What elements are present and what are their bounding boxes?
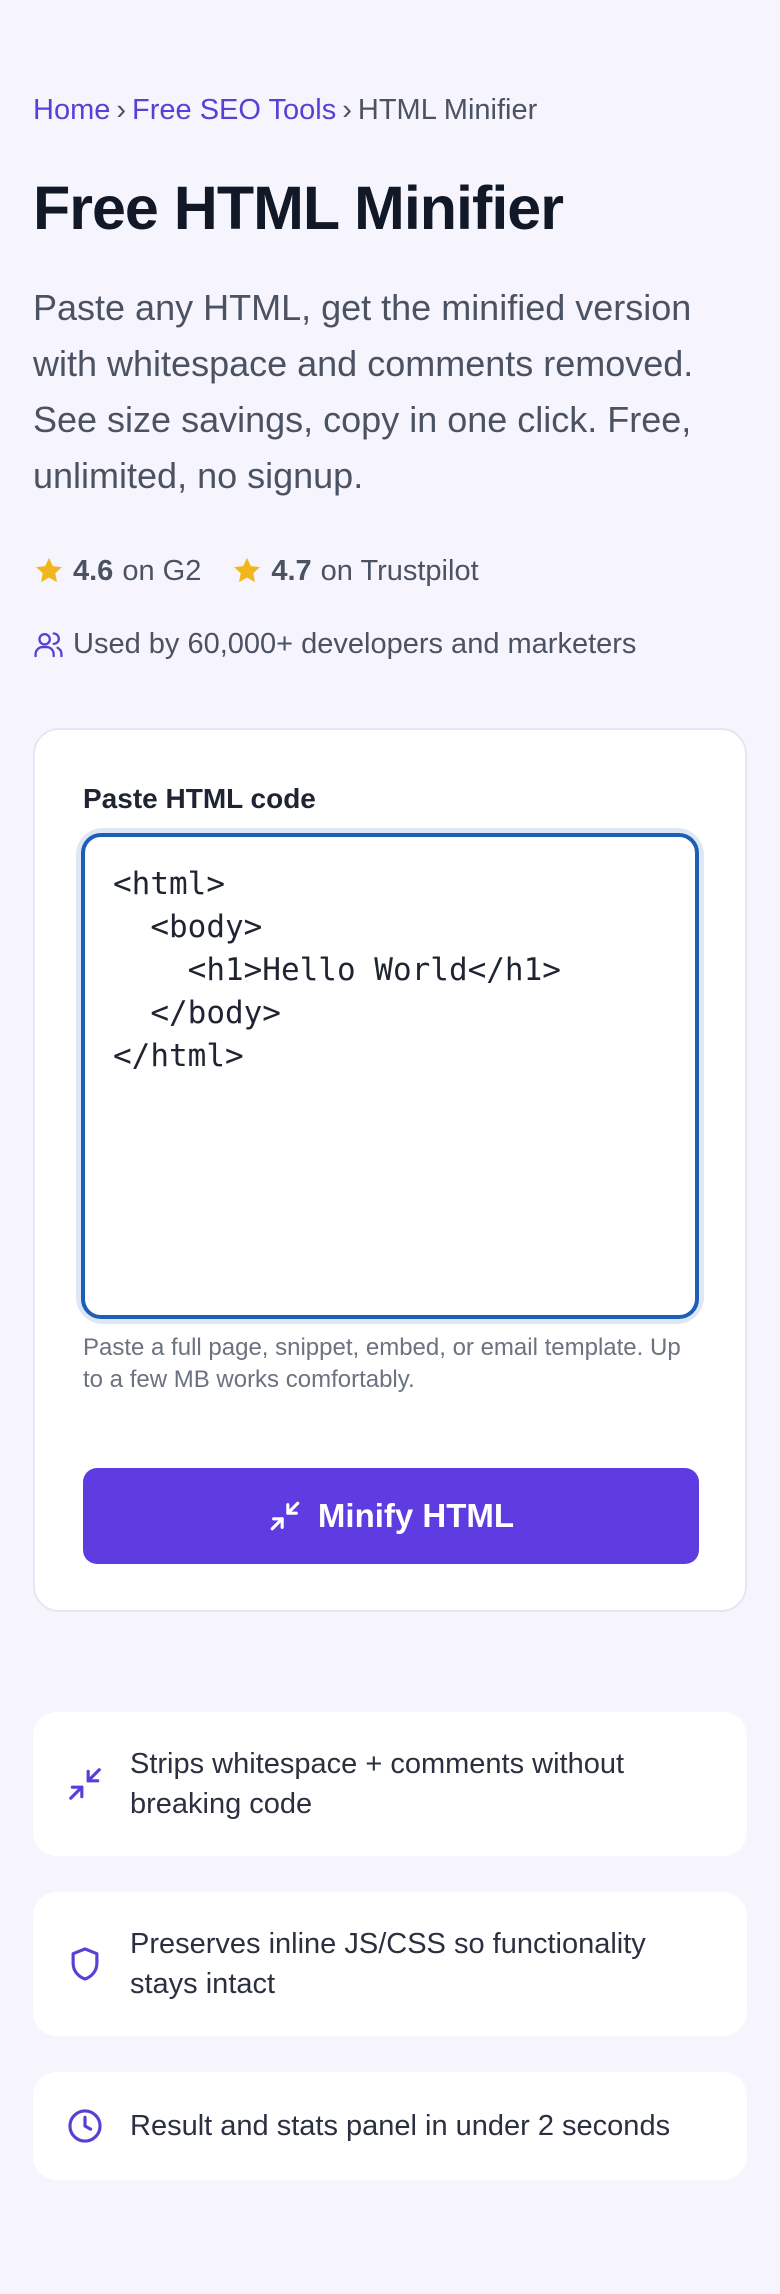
star-icon [36,557,62,583]
breadcrumb-separator: › [116,94,127,126]
rating-g2: 4.6 on G2 [33,552,201,590]
users-count: Used by 60,000+ developers and marketers [33,625,636,663]
feature-item: Preserves inline JS/CSS so functionality… [33,1892,747,2036]
minimize-icon [69,1768,101,1800]
star-icon [234,557,261,583]
minify-button-label: Minify HTML [317,1497,515,1534]
breadcrumb-seo-tools-link[interactable]: Free SEO Tools [132,94,336,126]
shield-icon [71,1947,99,1981]
feature-item: Strips whitespace + comments without bre… [33,1712,747,1856]
minifier-card: Paste HTML code Paste a full page, snipp… [33,728,747,1612]
breadcrumb-separator: › [342,94,352,126]
rating-trustpilot: 4.7 on Trustpilot [231,552,479,590]
feature-text: Result and stats panel in under 2 second… [130,2110,671,2142]
rating-score: 4.6 [73,555,114,587]
rating-score: 4.7 [271,555,312,587]
minify-button[interactable]: Minify HTML [83,1468,699,1564]
html-input-wrapper [81,833,699,1319]
html-input-label: Paste HTML code [83,783,316,814]
feature-text: Strips whitespace + comments without bre… [130,1748,625,1820]
minimize-icon [270,1501,300,1531]
breadcrumb: Home › Free SEO Tools › HTML Minifier [33,92,537,128]
feature-text: Preserves inline JS/CSS so functionality… [130,1928,646,2000]
users-text: Used by 60,000+ developers and marketers [73,628,637,660]
users-icon [34,631,63,657]
breadcrumb-current: HTML Minifier [357,94,538,126]
page-description: Paste any HTML, get the minified version… [33,287,694,496]
rating-source: on Trustpilot [320,555,479,587]
ratings-row: 4.6 on G2 4.7 on Trustpilot [33,552,479,590]
feature-item: Result and stats panel in under 2 second… [33,2072,747,2180]
html-input[interactable] [81,833,699,1319]
rating-source: on G2 [122,555,202,587]
clock-icon [68,2109,102,2143]
page-title: Free HTML Minifier [33,174,564,242]
html-input-hint: Paste a full page, snippet, embed, or em… [83,1334,681,1393]
breadcrumb-home-link[interactable]: Home [33,94,110,126]
